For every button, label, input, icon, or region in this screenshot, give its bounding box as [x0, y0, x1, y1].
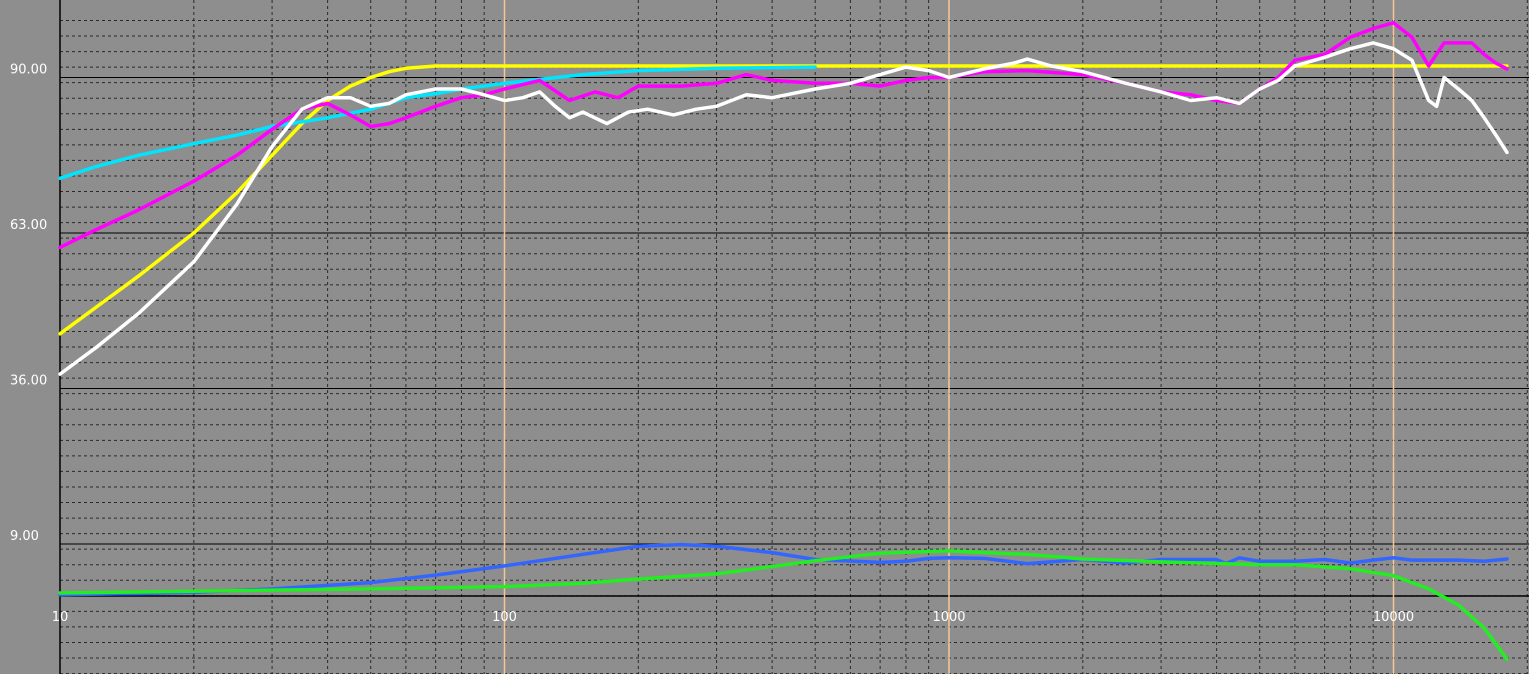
y-tick-label: 90.00	[10, 63, 47, 78]
x-tick-label: 100	[492, 610, 517, 625]
x-tick-label: 10	[52, 610, 69, 625]
x-tick-label: 10000	[1373, 610, 1414, 625]
y-tick-label: 36.00	[10, 374, 47, 389]
plot-background	[0, 0, 1529, 674]
y-tick-label: 9.00	[10, 529, 39, 544]
frequency-response-chart: 90.00 63.00 36.00 9.00 10 100 1000 10000	[0, 0, 1529, 674]
x-tick-label: 1000	[932, 610, 965, 625]
y-tick-label: 63.00	[10, 218, 47, 233]
